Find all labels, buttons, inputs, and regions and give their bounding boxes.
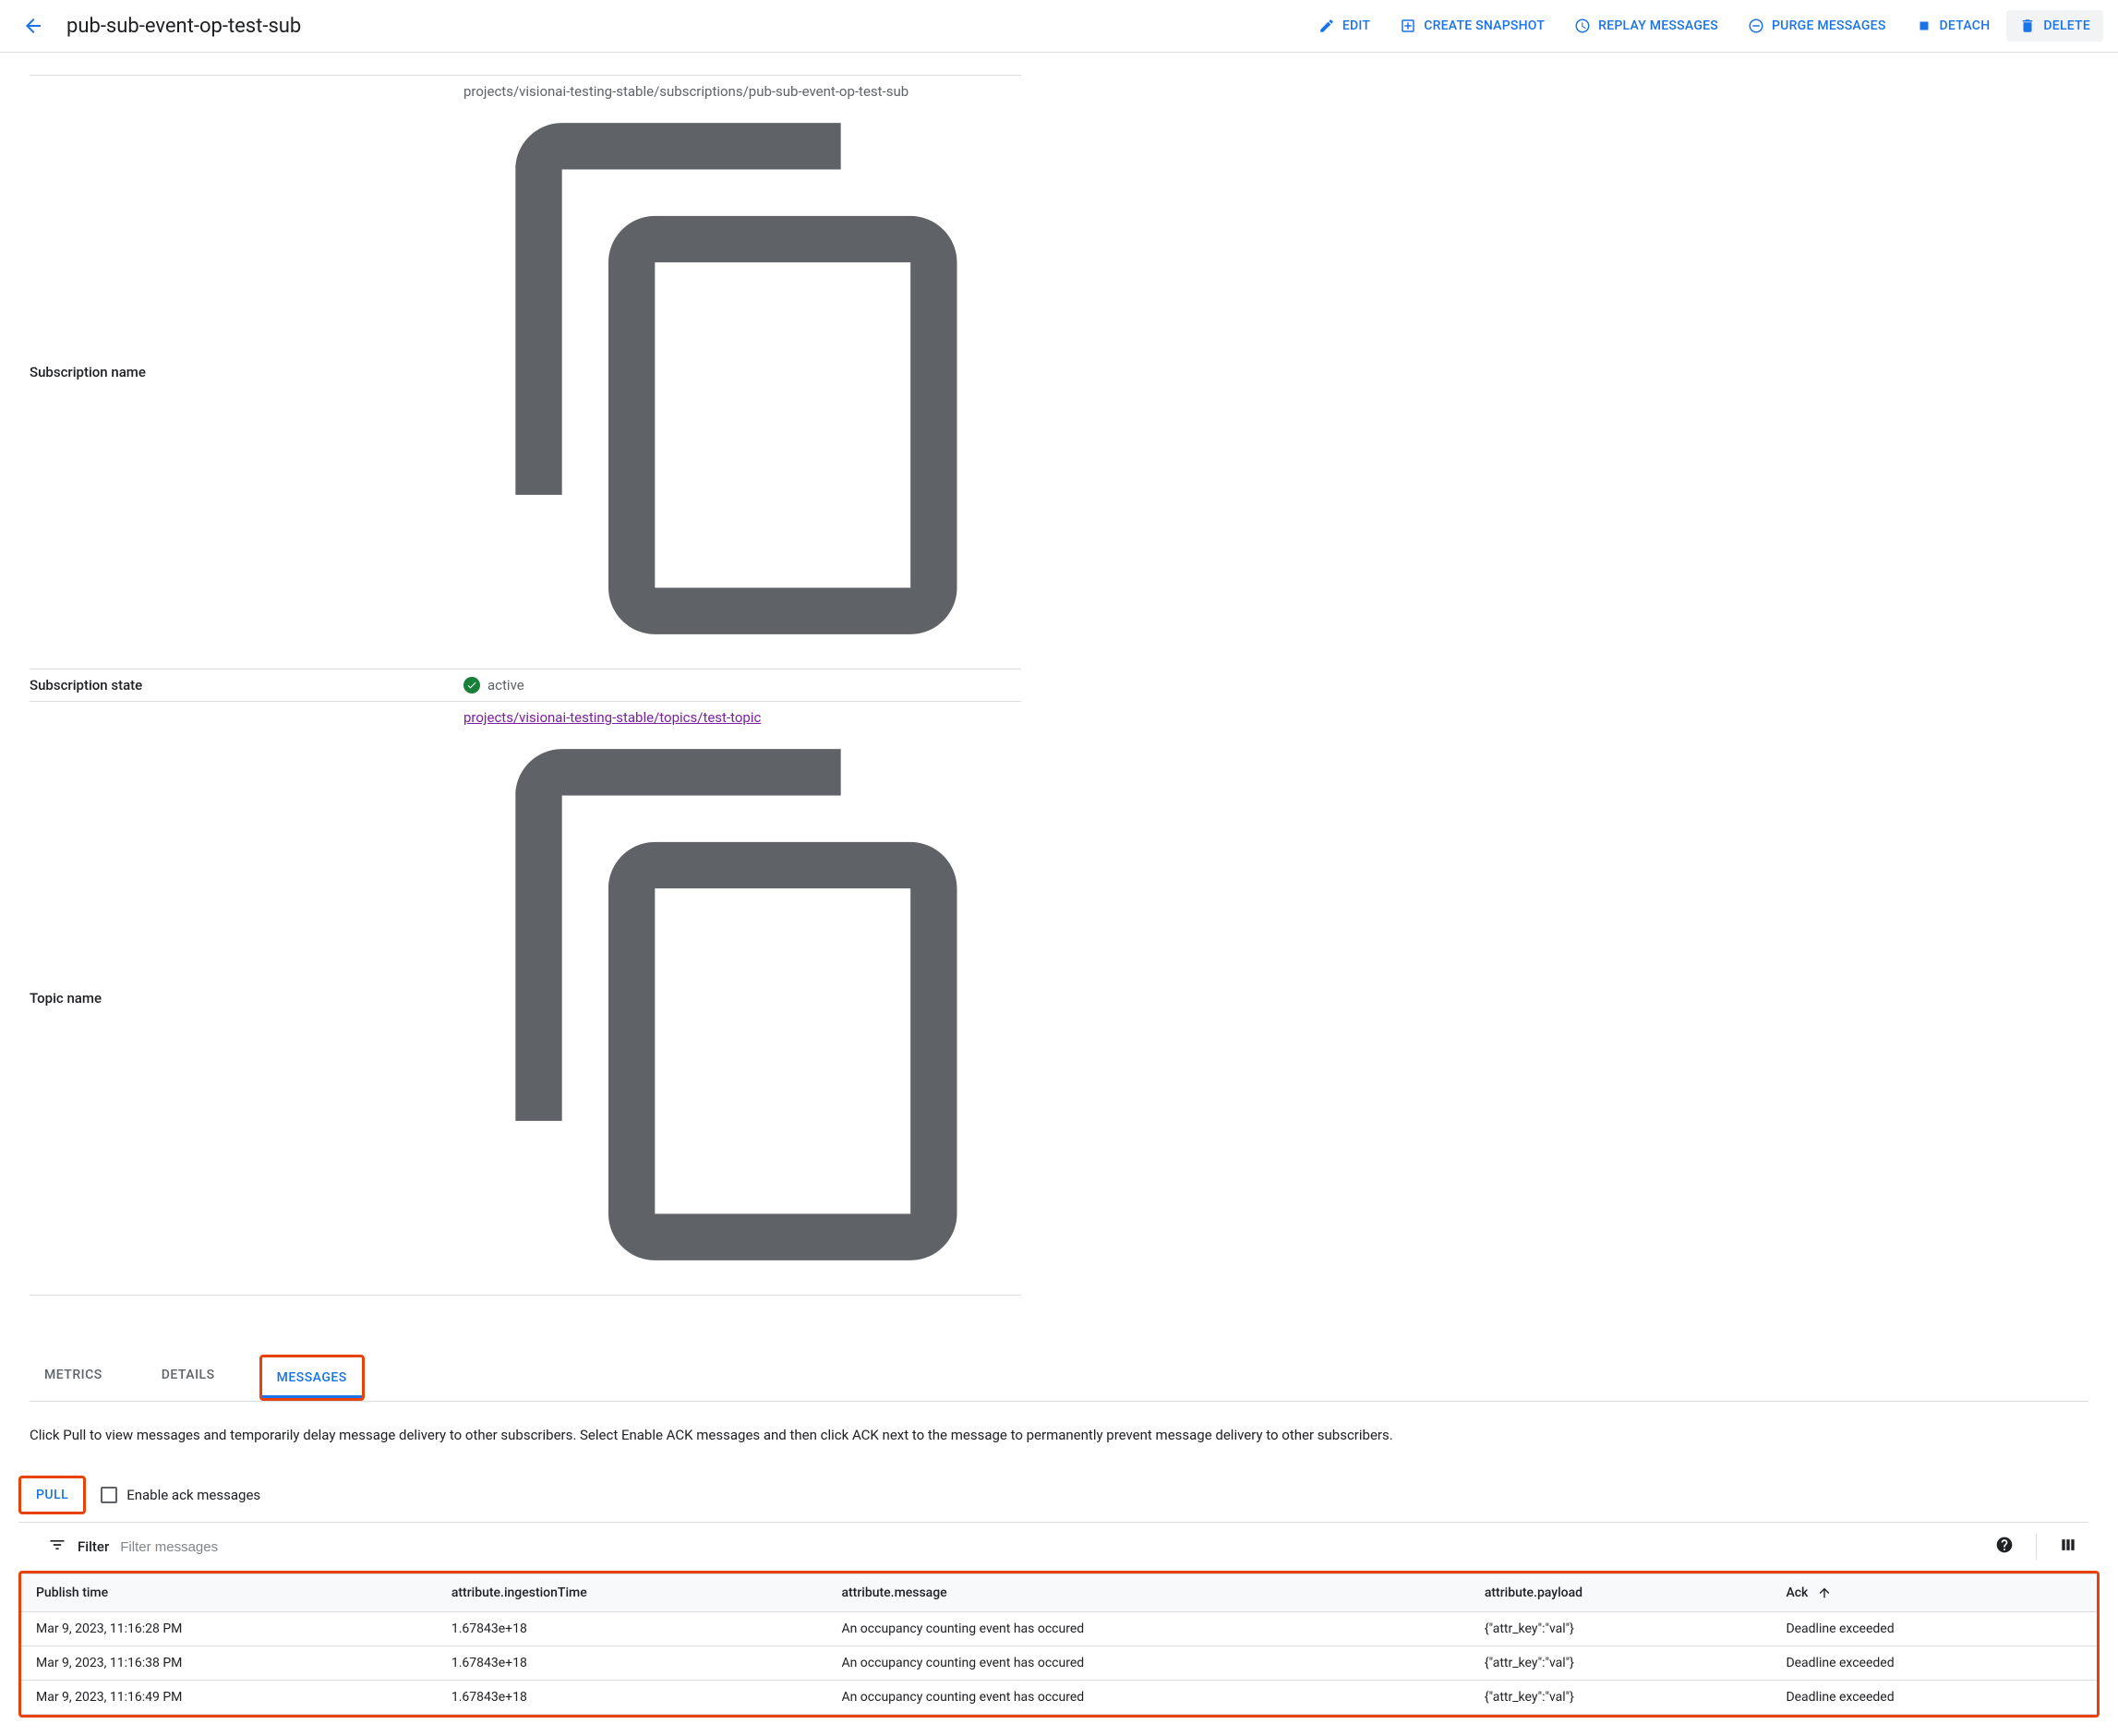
columns-button[interactable] (2059, 1536, 2077, 1558)
cell-message: An occupancy counting event has occured (826, 1681, 1469, 1715)
columns-icon (2059, 1536, 2077, 1554)
cell-publish_time: Mar 9, 2023, 11:16:49 PM (21, 1681, 437, 1715)
col-ack-label: Ack (1786, 1585, 1808, 1600)
help-button[interactable] (1995, 1536, 2014, 1558)
table-row[interactable]: Mar 9, 2023, 11:16:38 PM1.67843e+18An oc… (21, 1646, 2097, 1681)
topic-label: Topic name (30, 702, 463, 1296)
copy-icon (469, 726, 1027, 1284)
cell-payload: {"attr_key":"val"} (1470, 1646, 1772, 1681)
pencil-icon (1318, 18, 1335, 34)
delete-label: DELETE (2043, 18, 2090, 33)
copy-icon (469, 100, 1027, 657)
detach-label: DETACH (1940, 18, 1991, 33)
replay-label: REPLAY MESSAGES (1598, 18, 1718, 33)
messages-table: Publish time attribute.ingestionTime att… (21, 1573, 2097, 1715)
back-button[interactable] (15, 7, 52, 44)
purge-icon (1748, 18, 1764, 34)
tab-details[interactable]: DETAILS (147, 1355, 230, 1401)
sub-name-value: projects/visionai-testing-stable/subscri… (463, 83, 909, 100)
help-icon (1995, 1536, 2014, 1554)
page-title: pub-sub-event-op-test-sub (66, 15, 301, 38)
cell-publish_time: Mar 9, 2023, 11:16:28 PM (21, 1612, 437, 1646)
col-message[interactable]: attribute.message (826, 1574, 1469, 1612)
col-ingestion[interactable]: attribute.ingestionTime (437, 1574, 827, 1612)
cell-ingestion: 1.67843e+18 (437, 1646, 827, 1681)
tab-messages[interactable]: MESSAGES (262, 1357, 362, 1398)
subscription-state-row: Subscription state active (30, 669, 1021, 702)
stop-icon (1916, 18, 1932, 34)
snapshot-label: CREATE SNAPSHOT (1424, 18, 1545, 33)
sub-name-label: Subscription name (30, 76, 463, 669)
divider (2036, 1534, 2037, 1560)
purge-button[interactable]: PURGE MESSAGES (1735, 10, 1899, 42)
copy-sub-name-button[interactable] (469, 645, 1027, 661)
enable-ack-checkbox[interactable] (101, 1487, 117, 1503)
details-table: Subscription name projects/visionai-test… (30, 75, 1021, 1296)
enable-ack-label: Enable ack messages (126, 1487, 260, 1503)
replay-button[interactable]: REPLAY MESSAGES (1561, 10, 1731, 42)
tabs: METRICS DETAILS MESSAGES (30, 1355, 2088, 1402)
delete-button[interactable]: DELETE (2006, 10, 2103, 42)
col-ack[interactable]: Ack (1771, 1574, 2097, 1612)
copy-topic-button[interactable] (469, 1271, 1027, 1287)
cell-payload: {"attr_key":"val"} (1470, 1612, 1772, 1646)
table-row[interactable]: Mar 9, 2023, 11:16:28 PM1.67843e+18An oc… (21, 1612, 2097, 1646)
tab-metrics[interactable]: METRICS (30, 1355, 117, 1401)
topic-link[interactable]: projects/visionai-testing-stable/topics/… (463, 709, 761, 726)
sort-asc-icon (1817, 1585, 1832, 1600)
cell-ack: Deadline exceeded (1771, 1646, 2097, 1681)
cell-ack: Deadline exceeded (1771, 1681, 2097, 1715)
cell-ingestion: 1.67843e+18 (437, 1681, 827, 1715)
pull-button[interactable]: PULL (21, 1478, 83, 1512)
check-circle-icon (463, 677, 480, 693)
pull-row: PULL Enable ack messages (18, 1468, 2088, 1523)
cell-ack: Deadline exceeded (1771, 1612, 2097, 1646)
trash-icon (2019, 18, 2036, 34)
page-header: pub-sub-event-op-test-sub EDIT CREATE SN… (0, 0, 2118, 53)
cell-ingestion: 1.67843e+18 (437, 1612, 827, 1646)
edit-button[interactable]: EDIT (1306, 10, 1383, 42)
table-row[interactable]: Mar 9, 2023, 11:16:49 PM1.67843e+18An oc… (21, 1681, 2097, 1715)
arrow-back-icon (22, 15, 44, 37)
sub-state-value: active (487, 677, 524, 693)
col-payload[interactable]: attribute.payload (1470, 1574, 1772, 1612)
filter-row: Filter (18, 1523, 2100, 1571)
filter-icon (48, 1536, 66, 1558)
cell-message: An occupancy counting event has occured (826, 1646, 1469, 1681)
toolbar: EDIT CREATE SNAPSHOT REPLAY MESSAGES PUR… (1306, 10, 2103, 42)
filter-label: Filter (78, 1538, 109, 1555)
table-header-row: Publish time attribute.ingestionTime att… (21, 1574, 2097, 1612)
topic-name-row: Topic name projects/visionai-testing-sta… (30, 702, 1021, 1296)
cell-publish_time: Mar 9, 2023, 11:16:38 PM (21, 1646, 437, 1681)
create-snapshot-button[interactable]: CREATE SNAPSHOT (1387, 10, 1558, 42)
purge-label: PURGE MESSAGES (1772, 18, 1886, 33)
help-text: Click Pull to view messages and temporar… (0, 1424, 2118, 1446)
cell-message: An occupancy counting event has occured (826, 1612, 1469, 1646)
filter-input[interactable] (120, 1539, 1984, 1555)
edit-label: EDIT (1342, 18, 1370, 33)
messages-table-wrap: Publish time attribute.ingestionTime att… (18, 1571, 2100, 1718)
col-publish-time[interactable]: Publish time (21, 1574, 437, 1612)
cell-payload: {"attr_key":"val"} (1470, 1681, 1772, 1715)
detach-button[interactable]: DETACH (1903, 10, 2004, 42)
snapshot-icon (1400, 18, 1416, 34)
sub-state-label: Subscription state (30, 669, 463, 702)
clock-icon (1574, 18, 1591, 34)
subscription-name-row: Subscription name projects/visionai-test… (30, 76, 1021, 669)
